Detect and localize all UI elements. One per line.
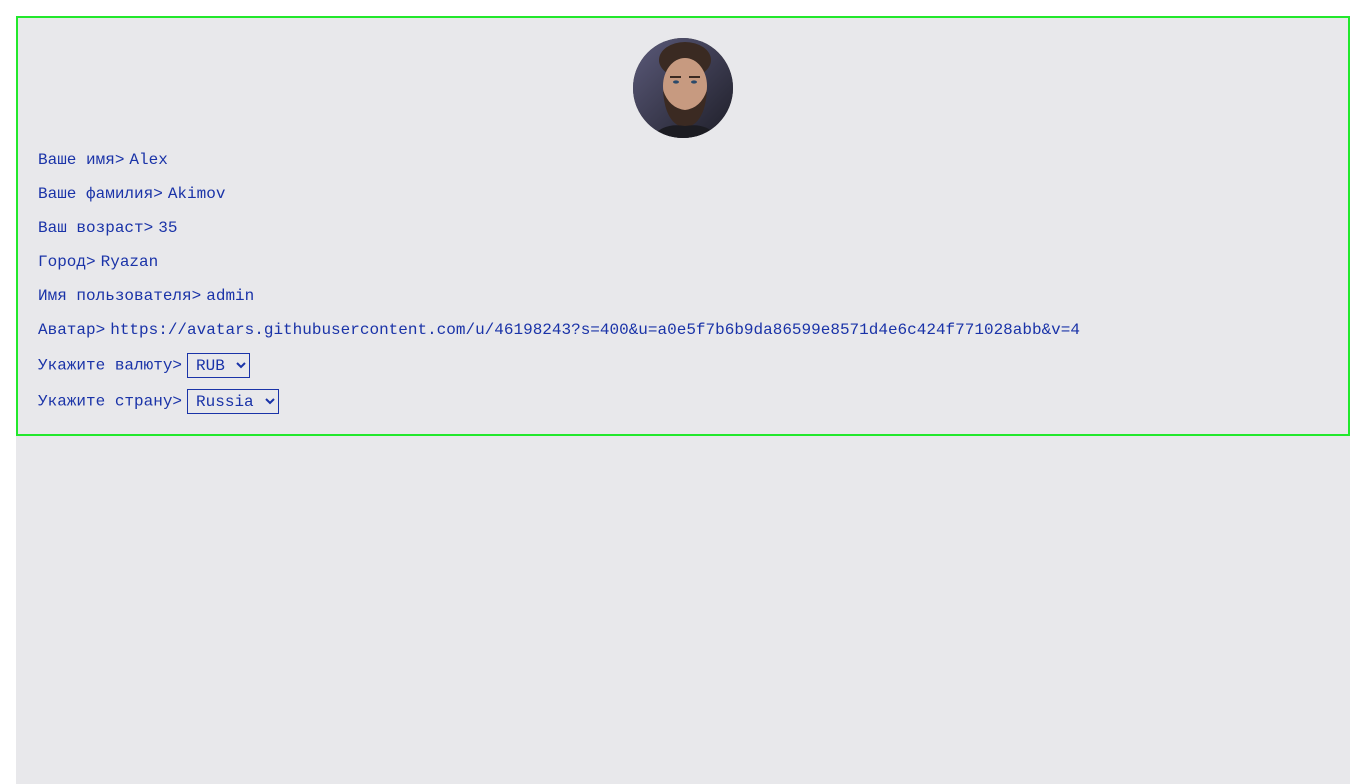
currency-label: Укажите валюту> <box>38 356 183 375</box>
username-value: admin <box>206 287 255 305</box>
avatar <box>633 38 733 138</box>
first-name-row: Ваше имя> Alex <box>38 148 168 172</box>
city-label: Город> <box>38 253 96 271</box>
last-name-row: Ваше фамилия> Akimov <box>38 182 225 206</box>
first-name-label: Ваше имя> <box>38 151 125 169</box>
currency-select[interactable]: RUB <box>187 353 251 378</box>
username-row: Имя пользователя> admin <box>38 284 254 308</box>
avatar-url-value: https://avatars.githubusercontent.com/u/… <box>110 321 1080 339</box>
country-label: Укажите страну> <box>38 392 183 411</box>
age-label: Ваш возраст> <box>38 219 154 237</box>
country-row: Укажите страну> Russia <box>38 389 280 414</box>
last-name-value: Akimov <box>167 185 226 203</box>
country-select[interactable]: Russia <box>187 389 280 414</box>
city-row: Город> Ryazan <box>38 250 158 274</box>
page-background: Ваше имя> Alex Ваше фамилия> Akimov Ваш во… <box>16 16 1350 784</box>
username-label: Имя пользователя> <box>38 287 202 305</box>
currency-row: Укажите валюту> RUB <box>38 353 251 378</box>
city-value: Ryazan <box>100 253 159 271</box>
age-row: Ваш возраст> 35 <box>38 216 177 240</box>
avatar-url-label: Аватар> <box>38 321 106 339</box>
avatar-photo-icon <box>633 38 733 138</box>
avatar-url-row: Аватар> https://avatars.githubusercontent… <box>38 318 1080 342</box>
last-name-label: Ваше фамилия> <box>38 185 163 203</box>
profile-card: Ваше имя> Alex Ваше фамилия> Akimov Ваш во… <box>16 16 1350 436</box>
age-value: 35 <box>158 219 178 237</box>
first-name-value: Alex <box>129 151 168 169</box>
